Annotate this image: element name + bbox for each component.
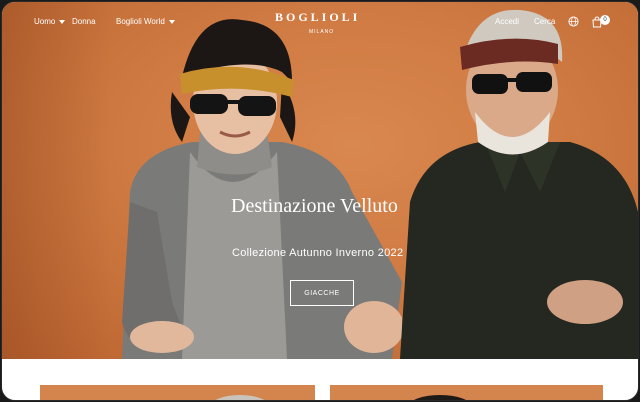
brand-logo[interactable]: BOGLIOLI xyxy=(275,10,360,25)
nav-donna[interactable]: Donna xyxy=(72,17,96,26)
hero-photo-left-model xyxy=(122,19,402,359)
nav-boglioli-world-label: Boglioli World xyxy=(116,17,165,26)
product-card-right[interactable] xyxy=(330,385,603,400)
nav-uomo-label: Uomo xyxy=(34,17,56,26)
brand-logo-subtitle: MILANO xyxy=(309,29,335,35)
chevron-down-icon xyxy=(59,19,66,24)
product-card-right-image xyxy=(414,395,466,400)
site-header: Uomo Donna Boglioli World BOGLIOLI MILAN… xyxy=(2,2,638,42)
nav-donna-label: Donna xyxy=(72,17,96,26)
account-link[interactable]: Accedi xyxy=(495,17,519,26)
product-card-left[interactable] xyxy=(40,385,315,400)
giacche-button[interactable]: GIACCHE xyxy=(290,280,354,306)
wall-shadow xyxy=(2,2,112,359)
globe-icon[interactable] xyxy=(568,16,579,27)
cart-count-badge: 0 xyxy=(600,15,610,25)
product-card-left-image xyxy=(215,395,265,400)
hero-photo-right-model xyxy=(400,9,638,359)
hero-banner: Uomo Donna Boglioli World BOGLIOLI MILAN… xyxy=(2,2,638,359)
chevron-down-icon xyxy=(168,19,175,24)
nav-boglioli-world[interactable]: Boglioli World xyxy=(116,17,175,26)
hero-subtitle: Collezione Autunno Inverno 2022 xyxy=(232,247,404,259)
nav-uomo[interactable]: Uomo xyxy=(34,17,66,26)
search-link[interactable]: Cerca xyxy=(534,17,555,26)
hero-title: Destinazione Velluto xyxy=(231,195,398,217)
browser-frame: Uomo Donna Boglioli World BOGLIOLI MILAN… xyxy=(1,1,639,401)
